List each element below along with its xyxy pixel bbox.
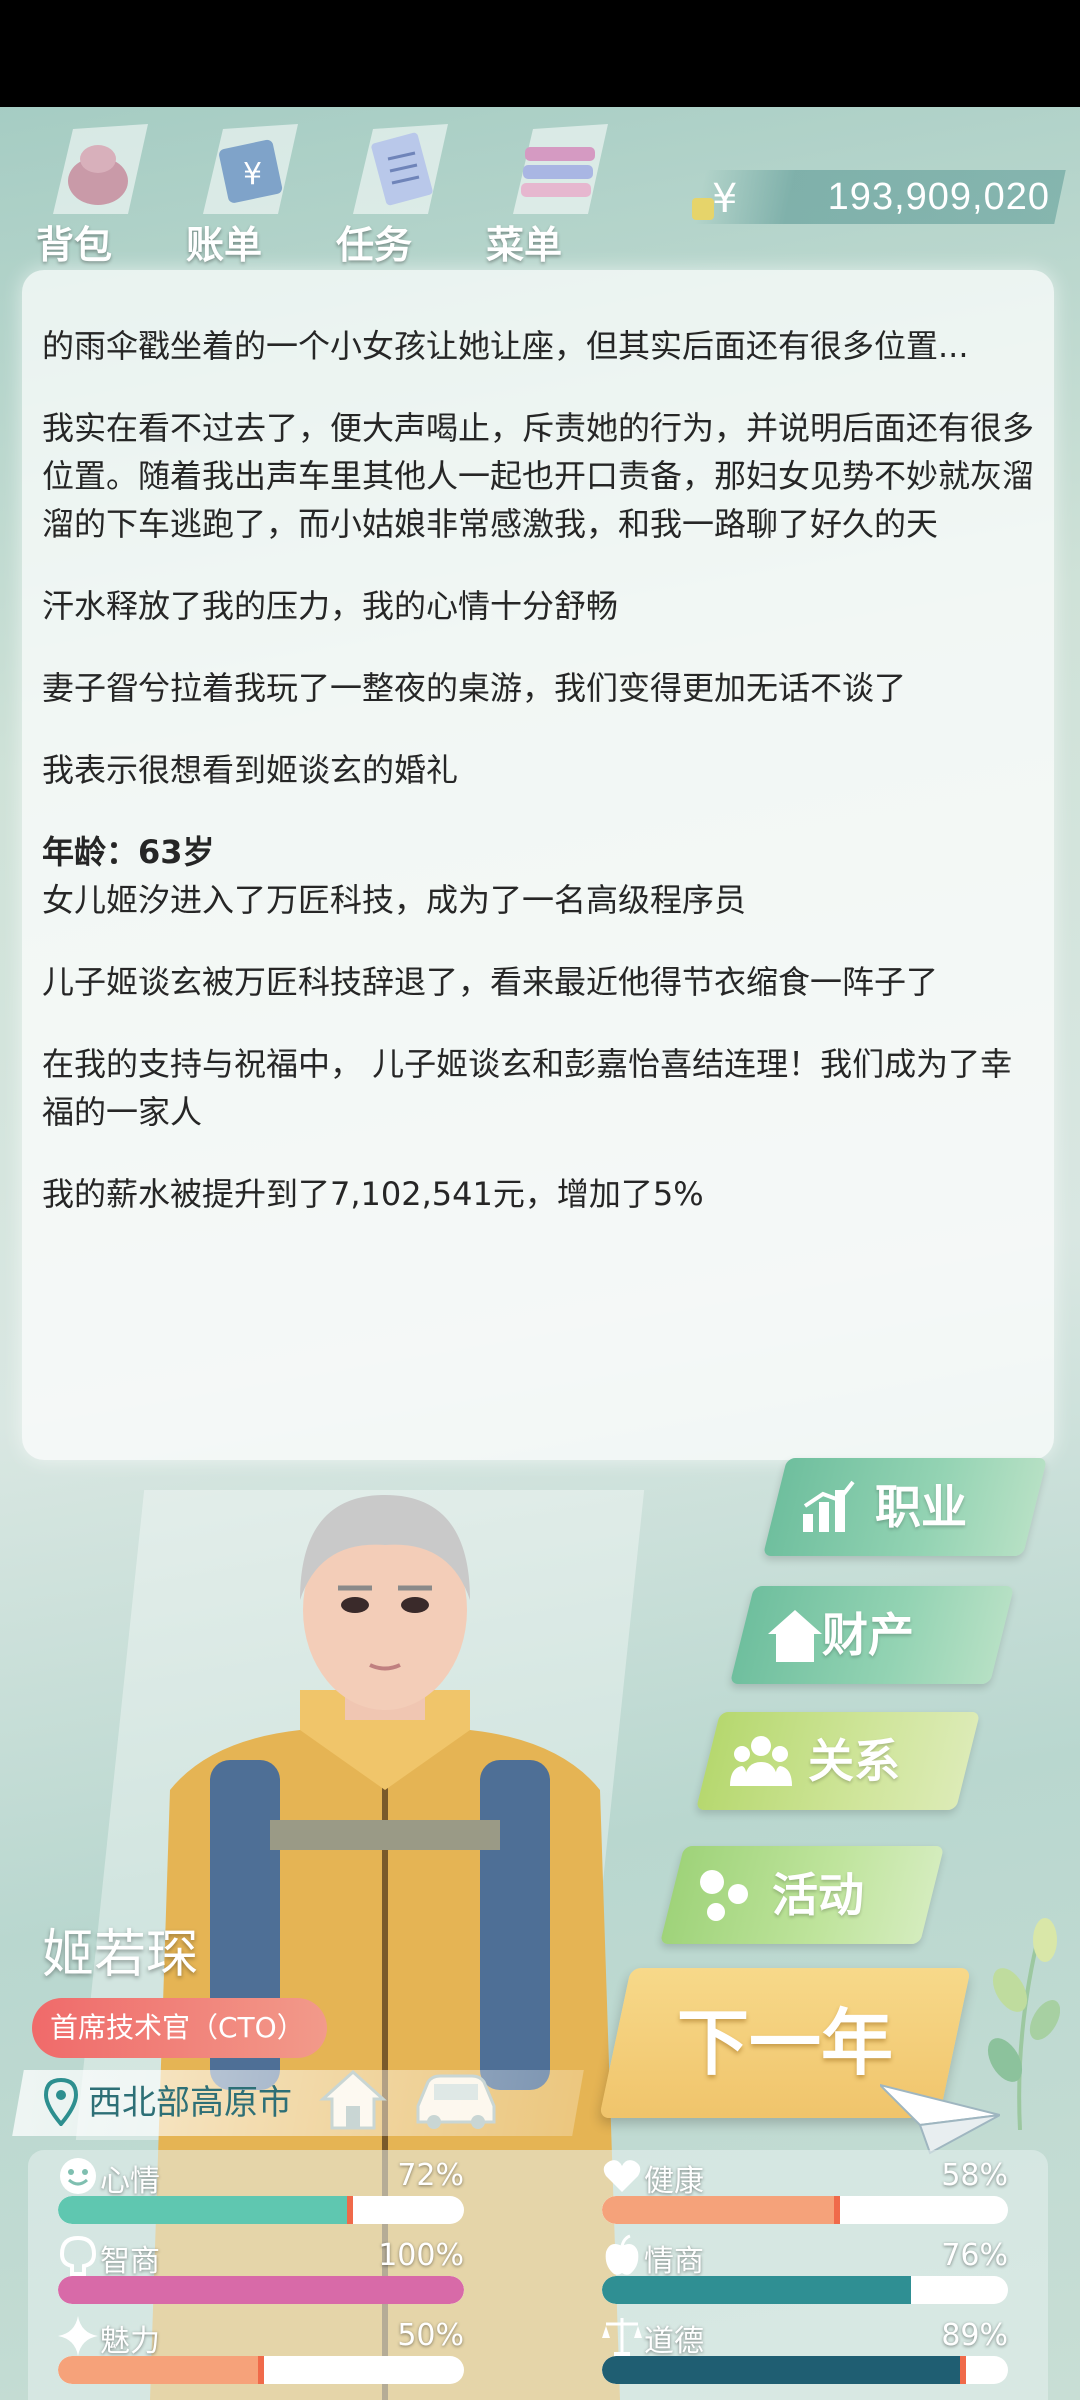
stat-label: 智商 [100, 2244, 160, 2279]
money-value: 193,909,020 [827, 176, 1050, 218]
bubbles-icon [700, 1870, 748, 1921]
stat-iq: 智商 100% [28, 2234, 464, 2312]
stat-value: 100% [378, 2238, 464, 2273]
scale-icon [602, 2318, 642, 2356]
stat-label: 心情 [100, 2164, 160, 2199]
nav-label-bill: 账单 [186, 223, 263, 267]
stat-value: 72% [397, 2158, 464, 2193]
bill-icon: ¥ [203, 124, 298, 214]
nav-task[interactable]: 任务 [328, 119, 468, 269]
paper-plane-icon [880, 2083, 1000, 2155]
heart-icon [603, 2160, 641, 2192]
location-pin-icon [44, 2078, 78, 2126]
stat-label: 健康 [644, 2164, 704, 2199]
people-icon [730, 1736, 792, 1786]
stat-mood: 心情 72% [28, 2154, 464, 2232]
stat-value: 76% [941, 2238, 1008, 2273]
svg-text:¥: ¥ [243, 157, 262, 192]
story-paragraph: 我实在看不过去了，便大声喝止，斥责她的行为，并说明后面还有很多位置。随着我出声车… [42, 409, 1035, 543]
stat-bar-marker [258, 2356, 264, 2384]
status-bar [0, 0, 1080, 107]
stat-label: 情商 [644, 2244, 704, 2279]
story-paragraph: 我的薪水被提升到了7,102,541元，增加了5% [42, 1175, 704, 1213]
svg-text:¥: ¥ [712, 176, 737, 222]
chart-icon [803, 1480, 855, 1532]
stat-bar-fill [58, 2276, 464, 2304]
stat-bar [602, 2356, 1008, 2384]
backpack-icon [53, 124, 148, 214]
story-paragraph: 我表示很想看到姬谈玄的婚礼 [42, 751, 459, 789]
character-name: 姬若琛 [42, 1925, 199, 1985]
stat-bar-fill [602, 2196, 838, 2224]
nav-backpack[interactable]: 背包 [28, 119, 168, 269]
activity-button[interactable]: 活动 [659, 1846, 945, 1944]
stat-bar-fill [58, 2356, 261, 2384]
stat-bar [602, 2276, 1008, 2304]
apple-icon [605, 2234, 639, 2275]
nav-label-task: 任务 [336, 223, 413, 267]
stat-bar-fill [602, 2356, 964, 2384]
stat-value: 50% [397, 2318, 464, 2353]
sparkle-icon [58, 2316, 98, 2356]
property-button[interactable]: 财产 [729, 1586, 1015, 1684]
stat-label: 魅力 [100, 2324, 160, 2359]
stat-health: 健康 58% [572, 2154, 1008, 2232]
stat-charm: 魅力 50% [28, 2314, 464, 2392]
stat-bar-marker [960, 2356, 966, 2384]
story-paragraph: 汗水释放了我的压力，我的心情十分舒畅 [42, 587, 619, 625]
home-icon [768, 1610, 822, 1662]
house-icon[interactable] [318, 2064, 388, 2134]
story-paragraph: 妻子眢兮拉着我玩了一整夜的桌游，我们变得更加无话不谈了 [42, 669, 907, 707]
stat-bar-fill [58, 2196, 351, 2224]
story-paragraph: 的雨伞戳坐着的一个小女孩让她让座，但其实后面还有很多位置... [42, 327, 969, 365]
nav-menu[interactable]: 菜单 [478, 119, 618, 269]
nav-label-backpack: 背包 [36, 223, 113, 267]
car-icon[interactable] [410, 2066, 500, 2132]
relations-label: 关系 [808, 1734, 900, 1788]
job-badge: 首席技术官（CTO） [32, 1998, 327, 2058]
stat-bar [602, 2196, 1008, 2224]
stat-eq: 情商 76% [572, 2234, 1008, 2312]
story-paragraph: 在我的支持与祝福中， 儿子姬谈玄和彭嘉怡喜结连理！我们成为了幸福的一家人 [42, 1045, 1013, 1131]
location-text: 西北部高原市 [88, 2083, 292, 2123]
smile-icon [60, 2158, 96, 2194]
nav-label-menu: 菜单 [486, 223, 563, 267]
task-icon [353, 124, 448, 214]
stat-label: 道德 [644, 2324, 704, 2359]
relations-button[interactable]: 关系 [695, 1712, 981, 1810]
career-label: 职业 [875, 1480, 967, 1534]
brain-icon [59, 2235, 97, 2276]
stat-bar [58, 2356, 464, 2384]
stat-value: 58% [941, 2158, 1008, 2193]
stat-value: 89% [941, 2318, 1008, 2353]
stat-bar [58, 2276, 464, 2304]
menu-icon [513, 124, 608, 214]
career-button[interactable]: 职业 [762, 1458, 1048, 1556]
stat-bar-marker [347, 2196, 353, 2224]
stat-morality: 道德 89% [572, 2314, 1008, 2392]
age-heading: 年龄：63岁 [42, 833, 215, 871]
story-log: 的雨伞戳坐着的一个小女孩让她让座，但其实后面还有很多位置... 我实在看不过去了… [42, 322, 1042, 1252]
yen-icon: ¥ [692, 176, 737, 222]
stat-bar [58, 2196, 464, 2224]
stat-bar-marker [834, 2196, 840, 2224]
property-label: 财产 [822, 1608, 914, 1662]
stat-bar-fill [602, 2276, 911, 2304]
activity-label: 活动 [772, 1868, 864, 1922]
story-paragraph: 儿子姬谈玄被万匠科技辞退了，看来最近他得节衣缩食一阵子了 [42, 963, 939, 1001]
nav-bill[interactable]: ¥ 账单 [178, 119, 318, 269]
story-paragraph: 女儿姬汐进入了万匠科技，成为了一名高级程序员 [42, 881, 747, 919]
